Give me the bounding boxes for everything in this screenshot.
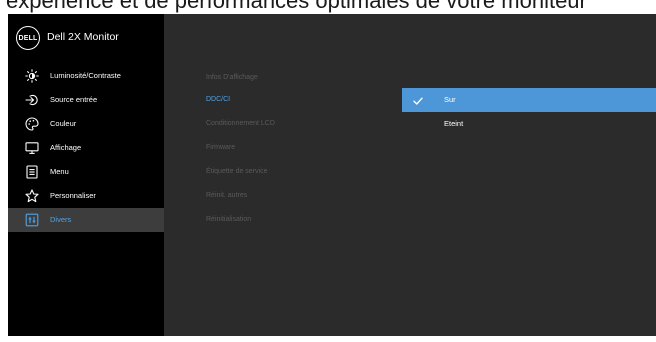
sidebar-item-personalize[interactable]: Personnaliser — [8, 184, 164, 208]
sidebar-item-others[interactable]: Divers — [8, 208, 164, 232]
star-icon — [25, 189, 39, 203]
monitor-title: Dell 2X Monitor — [47, 31, 119, 43]
sidebar-item-label: Menu — [50, 167, 69, 176]
sidebar-item-label: Luminosité/Contraste — [50, 71, 121, 80]
osd-menu-window: DELL Dell 2X Monitor Luminosité/Contrast… — [8, 14, 656, 336]
input-source-icon — [25, 93, 39, 107]
sidebar-item-input-source[interactable]: Source entrée — [8, 88, 164, 112]
dell-logo: DELL — [16, 26, 40, 50]
option-off[interactable]: Eteint — [402, 112, 656, 136]
sidebar-item-color[interactable]: Couleur — [8, 112, 164, 136]
checkmark-icon — [412, 94, 424, 106]
sidebar-item-label: Personnaliser — [50, 191, 96, 200]
submenu-item-factory-reset[interactable]: Réinitialisation — [206, 214, 251, 226]
sidebar-item-brightness-contrast[interactable]: Luminosité/Contraste — [8, 64, 164, 88]
submenu-item-service-tag[interactable]: Étiquette de service — [206, 166, 267, 178]
sidebar-item-label: Couleur — [50, 119, 77, 128]
page-caption: expérience et de performances optimales … — [6, 0, 587, 13]
submenu-item-ddc-ci[interactable]: DDC/CI — [206, 94, 230, 106]
sidebar-item-label: Affichage — [50, 143, 82, 152]
submenu-item-display-info[interactable]: Infos D'affichage — [206, 72, 258, 84]
sidebar-item-menu[interactable]: Menu — [8, 160, 164, 184]
sidebar-item-label: Divers — [50, 215, 72, 224]
brightness-icon — [25, 69, 39, 83]
sidebar: DELL Dell 2X Monitor Luminosité/Contrast… — [8, 14, 164, 336]
color-palette-icon — [25, 117, 39, 131]
submenu-item-lcd-conditioning[interactable]: Conditionnement LCD — [206, 118, 275, 130]
option-on[interactable]: Sur — [402, 88, 656, 112]
brand-header: DELL Dell 2X Monitor — [8, 14, 164, 60]
display-icon — [25, 141, 39, 155]
submenu-item-firmware[interactable]: Firmware — [206, 142, 235, 154]
submenu-item-reset-others[interactable]: Réinit. autres — [206, 190, 247, 202]
option-label: Eteint — [444, 119, 464, 128]
sidebar-item-label: Source entrée — [50, 95, 98, 104]
option-label: Sur — [444, 95, 456, 104]
others-icon — [25, 213, 39, 227]
sidebar-item-display[interactable]: Affichage — [8, 136, 164, 160]
menu-icon — [25, 165, 39, 179]
